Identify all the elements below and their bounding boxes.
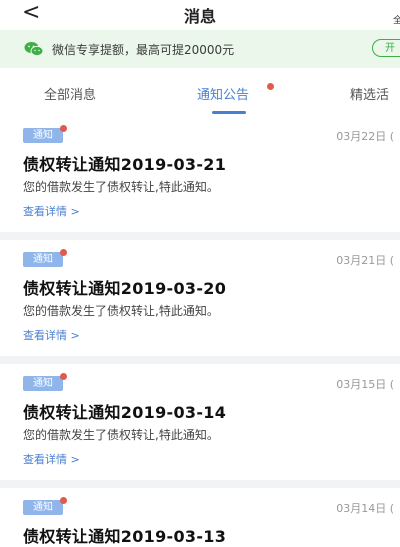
notice-title: 债权转让通知2019-03-13: [23, 527, 227, 546]
notice-card[interactable]: 通知 03月22日 ( 债权转让通知2019-03-21 您的借款发生了债权转让…: [0, 116, 400, 232]
notice-description: 您的借款发生了债权转让,特此通知。: [23, 180, 219, 194]
unread-dot: [60, 497, 67, 504]
view-details-link[interactable]: 查看详情 >: [23, 203, 80, 219]
tab-featured-activities[interactable]: 精选活: [350, 84, 389, 103]
unread-dot: [60, 125, 67, 132]
open-button[interactable]: 开: [372, 39, 400, 57]
notice-title: 债权转让通知2019-03-14: [23, 403, 227, 422]
top-nav-bar: < 消息 全: [0, 0, 400, 30]
view-details-link[interactable]: 查看详情 >: [23, 451, 80, 467]
unread-dot: [60, 373, 67, 380]
notice-badge: 通知: [23, 376, 63, 391]
tab-notices[interactable]: 通知公告: [197, 84, 249, 103]
tab-all-messages[interactable]: 全部消息: [44, 84, 96, 103]
notice-badge: 通知: [23, 128, 63, 143]
notice-title: 债权转让通知2019-03-21: [23, 155, 227, 174]
promo-text: 微信专享提额，最高可提20000元: [52, 43, 235, 57]
mark-all-read-button[interactable]: 全: [393, 13, 400, 26]
notice-card[interactable]: 通知 03月21日 ( 债权转让通知2019-03-20 您的借款发生了债权转让…: [0, 240, 400, 356]
unread-dot: [267, 83, 274, 90]
wechat-promo-banner[interactable]: 微信专享提额，最高可提20000元 开: [0, 30, 400, 68]
notice-description: 您的借款发生了债权转让,特此通知。: [23, 428, 219, 442]
active-tab-indicator: [212, 111, 246, 114]
notice-badge: 通知: [23, 252, 63, 267]
notice-date: 03月22日 (: [336, 130, 394, 143]
notice-date: 03月14日 (: [336, 502, 394, 515]
page-title: 消息: [183, 7, 216, 26]
notice-title: 债权转让通知2019-03-20: [23, 279, 227, 298]
tab-bar: 全部消息 通知公告 精选活: [0, 68, 400, 116]
view-details-link[interactable]: 查看详情 >: [23, 327, 80, 343]
notice-description: 您的借款发生了债权转让,特此通知。: [23, 304, 219, 318]
notice-date: 03月15日 (: [336, 378, 394, 391]
notice-date: 03月21日 (: [336, 254, 394, 267]
notice-card[interactable]: 通知 03月14日 ( 债权转让通知2019-03-13: [0, 488, 400, 547]
notice-badge: 通知: [23, 500, 63, 515]
wechat-icon: [24, 42, 44, 57]
notice-card[interactable]: 通知 03月15日 ( 债权转让通知2019-03-14 您的借款发生了债权转让…: [0, 364, 400, 480]
unread-dot: [60, 249, 67, 256]
